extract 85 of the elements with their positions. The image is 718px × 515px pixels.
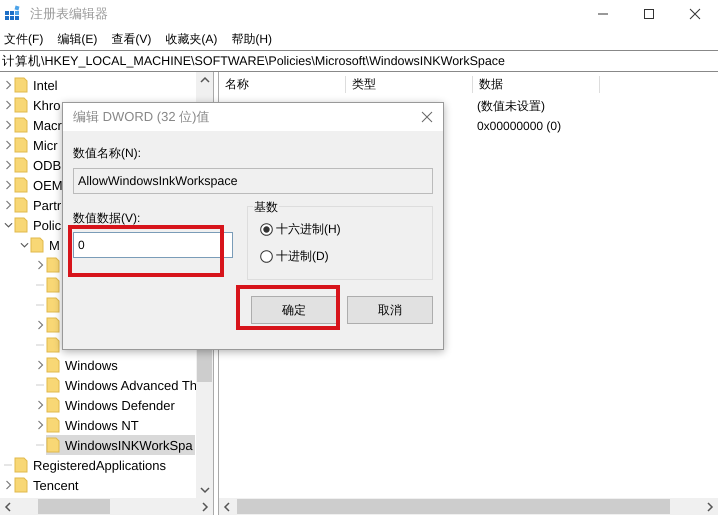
column-header[interactable]: 类型 bbox=[346, 76, 473, 92]
dialog-button[interactable]: 取消 bbox=[347, 296, 433, 324]
radio-option[interactable]: 十六进制(H) bbox=[260, 221, 424, 238]
expand-icon[interactable] bbox=[4, 180, 13, 190]
expand-icon[interactable] bbox=[4, 80, 13, 90]
tree-item[interactable]: ODB bbox=[14, 155, 64, 175]
value-field[interactable]: 0 bbox=[73, 232, 233, 258]
field-label: 数值数据(V): bbox=[73, 210, 142, 227]
tree-item[interactable]: Windows bbox=[46, 355, 120, 375]
folder-icon bbox=[14, 157, 28, 173]
collapse-icon[interactable] bbox=[20, 241, 29, 249]
dialog-button[interactable]: 确定 bbox=[251, 296, 337, 324]
registry-icon bbox=[4, 5, 22, 23]
tree-item[interactable]: Micr bbox=[14, 135, 60, 155]
expand-icon[interactable] bbox=[4, 480, 13, 490]
group-label: 基数 bbox=[253, 199, 279, 216]
expand-icon[interactable] bbox=[36, 260, 45, 270]
folder-icon bbox=[46, 357, 60, 373]
folder-icon bbox=[30, 237, 44, 253]
folder-icon bbox=[14, 457, 28, 473]
scroll-thumb[interactable] bbox=[237, 499, 670, 514]
maximize-icon[interactable] bbox=[643, 8, 655, 20]
name-field[interactable]: AllowWindowsInkWorkspace bbox=[73, 168, 433, 194]
tree-item[interactable]: Windows Defender bbox=[46, 395, 177, 415]
radio-icon[interactable] bbox=[260, 223, 273, 236]
folder-icon bbox=[14, 77, 28, 93]
tree-item[interactable]: M bbox=[30, 235, 62, 255]
tree-item[interactable]: Windows NT bbox=[46, 415, 141, 435]
tree-item[interactable]: Polic bbox=[14, 215, 64, 235]
folder-icon bbox=[14, 177, 28, 193]
scroll-left-icon[interactable] bbox=[4, 502, 12, 512]
column-header[interactable]: 名称 bbox=[219, 76, 346, 92]
folder-icon bbox=[14, 137, 28, 153]
field-label: 数值名称(N): bbox=[73, 145, 142, 162]
expand-icon[interactable] bbox=[36, 360, 45, 370]
tree-item[interactable]: RegisteredApplications bbox=[14, 455, 168, 475]
column-header[interactable]: 数据 bbox=[473, 76, 600, 92]
address-bar[interactable]: 计算机\HKEY_LOCAL_MACHINE\SOFTWARE\Policies\Microsoft\WindowsINKWorkSpace bbox=[0, 50, 718, 72]
folder-icon bbox=[14, 197, 28, 213]
scroll-right-icon[interactable] bbox=[706, 502, 714, 512]
folder-icon bbox=[14, 117, 28, 133]
expand-icon[interactable] bbox=[4, 100, 13, 110]
folder-icon bbox=[46, 377, 60, 393]
tree-item[interactable]: Macr bbox=[14, 115, 64, 135]
radio-option[interactable]: 十进制(D) bbox=[260, 248, 424, 265]
scroll-right-icon[interactable] bbox=[201, 502, 209, 512]
folder-icon bbox=[46, 437, 60, 453]
menu-item[interactable]: 收藏夹(A) bbox=[165, 30, 218, 48]
table-cell-text: 0x00000000 (0) bbox=[476, 119, 562, 133]
menu-item[interactable]: 编辑(E) bbox=[57, 30, 98, 48]
folder-icon bbox=[14, 217, 28, 233]
expand-icon[interactable] bbox=[4, 120, 13, 130]
folder-icon bbox=[46, 417, 60, 433]
scrollbar[interactable] bbox=[219, 498, 718, 515]
expand-icon[interactable] bbox=[4, 140, 13, 150]
scroll-thumb[interactable] bbox=[38, 499, 110, 514]
folder-icon bbox=[14, 477, 28, 493]
tree-item[interactable]: Partr bbox=[14, 195, 64, 215]
folder-icon bbox=[14, 97, 28, 113]
radio-icon[interactable] bbox=[260, 250, 273, 263]
expand-icon[interactable] bbox=[4, 160, 13, 170]
folder-icon bbox=[46, 397, 60, 413]
menu-item[interactable]: 帮助(H) bbox=[231, 30, 272, 48]
tree-item[interactable]: Intel bbox=[14, 75, 60, 95]
menu-item[interactable]: 查看(V) bbox=[111, 30, 152, 48]
tree-item[interactable]: Tencent bbox=[14, 475, 81, 495]
scroll-left-icon[interactable] bbox=[223, 502, 231, 512]
scrollbar[interactable] bbox=[0, 498, 213, 515]
scroll-up-icon[interactable] bbox=[200, 76, 210, 84]
scroll-down-icon[interactable] bbox=[200, 486, 210, 494]
expand-icon[interactable] bbox=[36, 420, 45, 430]
tree-item[interactable]: WindowsINKWorkSpa bbox=[46, 435, 195, 455]
close-icon[interactable] bbox=[689, 8, 701, 20]
tree-item[interactable]: Khro bbox=[14, 95, 62, 115]
tree-item[interactable]: OEM bbox=[14, 175, 65, 195]
table-cell-text: (数值未设置) bbox=[476, 98, 546, 114]
menu-item[interactable]: 文件(F) bbox=[4, 30, 44, 48]
collapse-icon[interactable] bbox=[4, 221, 13, 229]
expand-icon[interactable] bbox=[36, 320, 45, 330]
close-icon[interactable] bbox=[421, 111, 433, 123]
window-title: 注册表编辑器 bbox=[30, 5, 108, 23]
dialog-title: 编辑 DWORD (32 位)值 bbox=[73, 108, 210, 126]
expand-icon[interactable] bbox=[36, 400, 45, 410]
tree-item[interactable]: Windows Advanced Th bbox=[46, 375, 196, 395]
expand-icon[interactable] bbox=[4, 200, 13, 210]
